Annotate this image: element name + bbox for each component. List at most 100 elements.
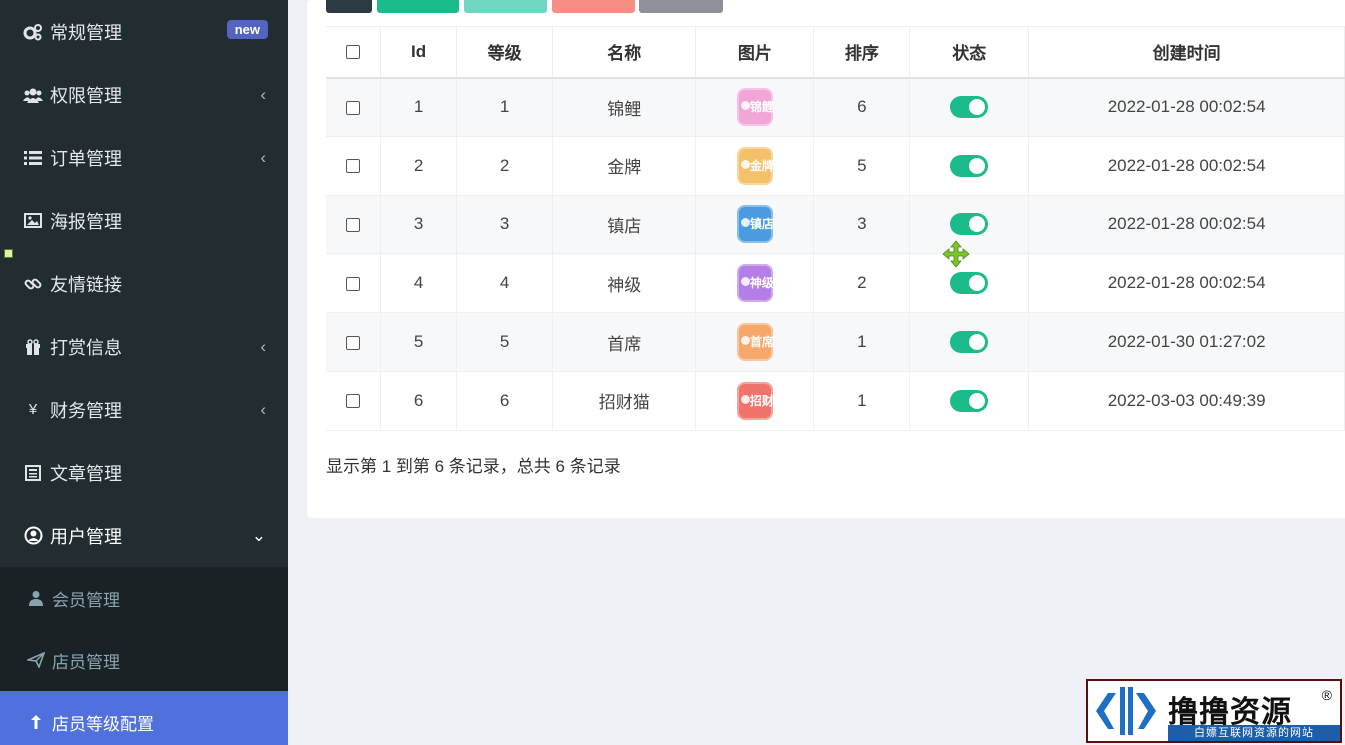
- sidebar-item-finance[interactable]: ¥ 财务管理 ‹: [0, 378, 288, 441]
- status-toggle[interactable]: [950, 96, 989, 119]
- sidebar-item-clerks[interactable]: 店员管理: [0, 629, 288, 691]
- medal-label: 招财猫: [749, 393, 786, 408]
- level-medal-image[interactable]: 锦鲤: [736, 88, 774, 127]
- link-icon: [22, 273, 44, 295]
- sidebar-item-articles[interactable]: 文章管理: [0, 441, 288, 504]
- yen-icon: ¥: [28, 401, 38, 418]
- level-medal-image[interactable]: 镇店: [736, 205, 774, 244]
- row-checkbox[interactable]: [345, 335, 360, 350]
- sidebar-item-members[interactable]: 会员管理: [0, 567, 288, 629]
- cell-level: 3: [456, 195, 554, 255]
- row-checkbox[interactable]: [345, 276, 360, 291]
- add-button[interactable]: [377, 0, 459, 13]
- star-icon: [740, 394, 750, 404]
- status-toggle[interactable]: [950, 154, 989, 177]
- new-badge: new: [226, 20, 268, 39]
- row-select-cell[interactable]: [326, 253, 381, 314]
- row-checkbox[interactable]: [345, 218, 360, 232]
- select-all-checkbox[interactable]: [345, 45, 360, 60]
- cell-name: 镇店: [552, 195, 697, 255]
- cell-created: 2022-01-28 00:02:54: [1028, 136, 1345, 196]
- sidebar-item-posters[interactable]: 海报管理: [0, 189, 288, 252]
- chevron-left-icon: ‹: [260, 399, 266, 419]
- sidebar-submenu-users: 会员管理 店员管理 店员等级配置: [0, 567, 288, 745]
- sidebar-item-users[interactable]: 用户管理 ⌄: [0, 504, 288, 567]
- sidebar-item-label: 权限管理: [50, 85, 122, 106]
- cell-image: 镇店: [695, 195, 815, 255]
- row-select-cell[interactable]: [326, 77, 381, 137]
- cell-sort: 2: [813, 253, 911, 314]
- sidebar-item-label: 友情链接: [50, 274, 122, 295]
- cell-id: 4: [380, 253, 458, 314]
- focus-marker: [4, 249, 13, 258]
- cell-id: 2: [380, 136, 458, 196]
- row-select-cell[interactable]: [326, 312, 381, 372]
- cell-image: 锦鲤: [695, 77, 815, 137]
- column-header-name[interactable]: 名称: [552, 26, 697, 79]
- more-button[interactable]: [639, 0, 723, 13]
- sidebar-item-orders[interactable]: 订单管理 ‹: [0, 126, 288, 189]
- row-select-cell[interactable]: [326, 195, 381, 255]
- column-header-level[interactable]: 等级: [456, 26, 554, 79]
- medal-label: 金牌: [749, 158, 774, 173]
- user-circle-icon: [22, 525, 44, 547]
- column-header-image[interactable]: 图片: [695, 26, 815, 79]
- cell-sort: 6: [813, 77, 911, 137]
- cell-level: 4: [456, 253, 554, 314]
- level-medal-image[interactable]: 神级: [736, 264, 774, 303]
- status-toggle[interactable]: [950, 272, 989, 295]
- column-header-status[interactable]: 状态: [909, 26, 1030, 79]
- status-toggle[interactable]: [950, 331, 989, 354]
- pagination-summary: 显示第 1 到第 6 条记录，总共 6 条记录: [326, 457, 621, 476]
- cell-sort: 5: [813, 136, 911, 196]
- paper-plane-icon: [26, 650, 46, 670]
- row-checkbox[interactable]: [345, 394, 360, 409]
- sidebar-item-rewards[interactable]: 打赏信息 ‹: [0, 315, 288, 378]
- level-up-icon: [26, 712, 46, 732]
- select-all-cell[interactable]: [326, 26, 381, 79]
- table-row[interactable]: 2 2 金牌 金牌 5 2022-01-28 00:02:54: [326, 136, 1345, 196]
- cell-created: 2022-01-28 00:02:54: [1028, 195, 1345, 255]
- cell-image: 招财猫: [695, 371, 815, 431]
- cell-status: [909, 371, 1030, 431]
- level-medal-image[interactable]: 首席: [736, 323, 774, 362]
- user-icon: [26, 588, 46, 608]
- chevron-left-icon: ‹: [260, 336, 266, 356]
- cell-created: 2022-01-28 00:02:54: [1028, 253, 1345, 314]
- cell-id: 1: [380, 77, 458, 137]
- table-row[interactable]: 3 3 镇店 镇店 3 2022-01-28 00:02:54: [326, 195, 1345, 255]
- status-toggle[interactable]: [950, 213, 989, 236]
- table-row[interactable]: 1 1 锦鲤 锦鲤 6 2022-01-28 00:02:54: [326, 77, 1345, 137]
- image-icon: [22, 210, 44, 232]
- move-cursor-icon: [942, 240, 970, 268]
- sidebar-item-label: 店员管理: [52, 652, 120, 672]
- edit-button[interactable]: [464, 0, 547, 13]
- watermark-logo: 撸撸资源 ® 白嫖互联网资源的网站: [1086, 679, 1342, 743]
- level-medal-image[interactable]: 金牌: [736, 146, 774, 185]
- table-row[interactable]: 6 6 招财猫 招财猫 1 2022-03-03 00:49:39: [326, 371, 1345, 431]
- row-checkbox[interactable]: [345, 100, 360, 115]
- column-header-id[interactable]: Id: [380, 26, 458, 79]
- sidebar-item-label: 海报管理: [50, 211, 122, 232]
- cell-created: 2022-03-03 00:49:39: [1028, 371, 1345, 431]
- column-header-created[interactable]: 创建时间: [1028, 26, 1345, 79]
- row-checkbox[interactable]: [345, 159, 360, 174]
- sidebar-item-permissions[interactable]: 权限管理 ‹: [0, 63, 288, 126]
- table-row[interactable]: 5 5 首席 首席 1 2022-01-30 01:27:02: [326, 312, 1345, 372]
- sidebar-item-friend-links[interactable]: 友情链接: [0, 252, 288, 315]
- column-header-sort[interactable]: 排序: [813, 26, 911, 79]
- cell-sort: 1: [813, 312, 911, 372]
- row-select-cell[interactable]: [326, 136, 381, 196]
- table-row[interactable]: 4 4 神级 神级 2 2022-01-28 00:02:54: [326, 253, 1345, 314]
- sidebar-item-label: 文章管理: [50, 463, 122, 484]
- delete-button[interactable]: [552, 0, 635, 13]
- row-select-cell[interactable]: [326, 371, 381, 431]
- level-medal-image[interactable]: 招财猫: [736, 381, 786, 420]
- sidebar: 常规管理 new 权限管理 ‹ 订单管理 ‹ 海报管理 友情链接 打赏信息 ‹ …: [0, 0, 288, 745]
- sidebar-item-clerk-level-config[interactable]: 店员等级配置: [0, 691, 288, 745]
- status-toggle[interactable]: [950, 389, 989, 412]
- newspaper-icon: [22, 462, 44, 484]
- sidebar-item-general[interactable]: 常规管理 new: [0, 0, 288, 63]
- sidebar-item-label: 打赏信息: [50, 337, 122, 358]
- refresh-button[interactable]: [326, 0, 372, 13]
